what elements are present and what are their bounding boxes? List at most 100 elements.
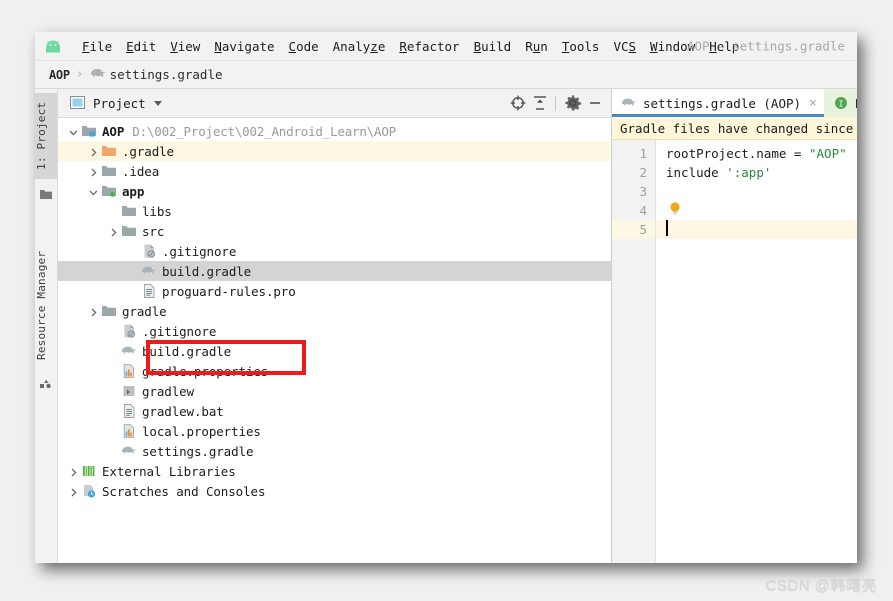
line-number: 1 (639, 146, 647, 161)
tree-item-gradle-properties[interactable]: gradle.properties (58, 361, 611, 381)
android-logo-icon (43, 39, 63, 53)
menu-item-build[interactable]: Build (467, 39, 519, 54)
project-folder-icon (39, 185, 53, 199)
sidebar-tab-project[interactable]: 1: Project (35, 93, 57, 179)
code-content[interactable]: rootProject.name = "AOP" include ':app' (656, 140, 857, 563)
tree-item-gitignore[interactable]: .gitignore (58, 241, 611, 261)
breadcrumb-separator: › (75, 67, 84, 82)
chevron-right-icon[interactable] (108, 226, 119, 237)
tree-item-libs[interactable]: libs (58, 201, 611, 221)
sidebar-tab-resource-manager[interactable]: Resource Manager (35, 241, 57, 369)
editor-tab-label: settings.gradle (AOP) (643, 95, 802, 111)
sidebar-tab-project-label: 1: Project (35, 101, 48, 171)
tree-item-gradlew[interactable]: gradlew (58, 381, 611, 401)
folder-orange-icon (101, 143, 117, 159)
chevron-right-icon[interactable] (88, 166, 99, 177)
header-divider (555, 95, 556, 111)
tree-item-proguard-rules-pro[interactable]: proguard-rules.pro (58, 281, 611, 301)
menu-item-file[interactable]: File (75, 39, 119, 54)
gear-icon[interactable] (563, 93, 583, 113)
tree-item-external-libraries[interactable]: External Libraries (58, 461, 611, 481)
chevron-right-icon[interactable] (68, 466, 79, 477)
tree-item-label: local.properties (142, 423, 261, 439)
tree-item-gradlew-bat[interactable]: gradlew.bat (58, 401, 611, 421)
tree-item-gitignore[interactable]: .gitignore (58, 321, 611, 341)
resource-manager-icon (39, 375, 53, 389)
menu-item-analyze[interactable]: Analyze (326, 39, 393, 54)
chevron-right-icon[interactable] (68, 486, 79, 497)
minimize-icon[interactable] (585, 93, 605, 113)
line-number: 3 (639, 184, 647, 199)
info-circle-icon: I (833, 95, 849, 111)
folder-grey-icon (121, 203, 137, 219)
tree-item-label: build.gradle (142, 343, 232, 359)
tree-item-gradle[interactable]: .gradle (58, 141, 611, 161)
notification-bar[interactable]: Gradle files have changed since last (612, 117, 857, 140)
chevron-down-icon[interactable] (68, 126, 79, 137)
breadcrumb-root[interactable]: AOP (49, 68, 70, 82)
gradle-elephant-icon (621, 95, 637, 111)
tree-item-aop[interactable]: AOP D:\002_Project\002_Android_Learn\AOP (58, 121, 611, 141)
code-area: 12345 rootProject.name = "AOP" include ':… (612, 140, 857, 563)
tree-item-label: .gitignore (162, 243, 237, 259)
tree-item-scratches-and-consoles[interactable]: Scratches and Consoles (58, 481, 611, 501)
tree-item-label: gradle (122, 303, 167, 319)
external-libraries-icon (81, 463, 97, 479)
menu-item-tools[interactable]: Tools (555, 39, 607, 54)
menu-item-navigate[interactable]: Navigate (207, 39, 281, 54)
tree-item-path: D:\002_Project\002_Android_Learn\AOP (132, 123, 397, 139)
gitignore-icon (121, 323, 137, 339)
intention-bulb-icon[interactable] (668, 201, 682, 217)
tree-item-label: .idea (122, 163, 160, 179)
tree-item-local-properties[interactable]: local.properties (58, 421, 611, 441)
close-icon[interactable]: × (809, 97, 817, 110)
chevron-right-icon[interactable] (88, 306, 99, 317)
menu-item-run[interactable]: Run (518, 39, 555, 54)
tree-item-label: gradlew.bat (142, 403, 224, 419)
tree-item-build-gradle[interactable]: build.gradle (58, 341, 611, 361)
text-file-icon (141, 283, 157, 299)
tree-item-label: .gitignore (142, 323, 217, 339)
sidebar-tab-resource-manager-label: Resource Manager (35, 250, 48, 360)
tree-item-label: settings.gradle (142, 443, 254, 459)
gradle-elephant-icon (90, 67, 106, 83)
tree-item-label: proguard-rules.pro (162, 283, 296, 299)
code-line: rootProject.name = "AOP" (656, 144, 857, 163)
module-folder-green-icon (101, 183, 117, 199)
tree-item-gradle[interactable]: gradle (58, 301, 611, 321)
line-number-gutter: 1 2 3 4 5 (612, 140, 656, 563)
code-token: include (666, 165, 727, 180)
menu-item-refactor[interactable]: Refactor (392, 39, 466, 54)
editor-tab-settings-gradle[interactable]: settings.gradle (AOP) × (612, 89, 824, 117)
tree-item-app[interactable]: app (58, 181, 611, 201)
menu-items-container: File Edit View Navigate Code Analyze Refactor B… (75, 39, 746, 54)
collapse-all-icon[interactable] (530, 93, 550, 113)
line-number: 2 (639, 165, 647, 180)
tree-item-settings-gradle[interactable]: settings.gradle (58, 441, 611, 461)
tree-item-src[interactable]: src (58, 221, 611, 241)
chevron-down-icon[interactable] (153, 100, 162, 106)
tree-item-label: libs (142, 203, 172, 219)
breadcrumb-file[interactable]: settings.gradle (110, 67, 223, 82)
tree-item-idea[interactable]: .idea (58, 161, 611, 181)
project-view-icon (70, 94, 85, 113)
chevron-right-icon[interactable] (88, 146, 99, 157)
tree-item-label: External Libraries (102, 463, 236, 479)
menu-item-vcs[interactable]: VCS (606, 39, 643, 54)
tree-item-label: app (122, 183, 145, 199)
editor-tab-bar: settings.gradle (AOP) × I Projec (612, 89, 857, 117)
folder-grey-icon (101, 303, 117, 319)
tree-item-build-gradle[interactable]: build.gradle (58, 261, 611, 281)
menu-item-edit[interactable]: Edit (119, 39, 163, 54)
editor-tab-project[interactable]: I Projec (823, 89, 857, 117)
folder-grey-icon (101, 163, 117, 179)
chevron-down-icon[interactable] (88, 186, 99, 197)
menu-item-view[interactable]: View (163, 39, 207, 54)
project-tree: AOP D:\002_Project\002_Android_Learn\AOP.… (58, 118, 611, 563)
locate-icon[interactable] (508, 93, 528, 113)
tree-item-label: gradle.properties (142, 363, 269, 379)
gradle-elephant-icon (121, 343, 137, 359)
text-file-icon (121, 403, 137, 419)
menu-item-code[interactable]: Code (282, 39, 326, 54)
